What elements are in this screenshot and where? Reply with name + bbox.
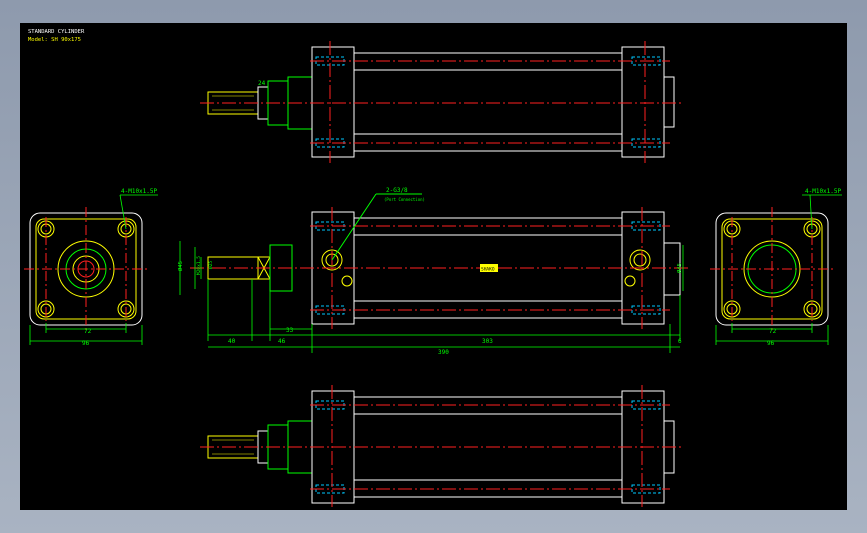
dim-rod-label: 24: [258, 80, 266, 87]
drawing-svg: STANDARD CYLINDER Model: SH 90x175 24 SH…: [24, 29, 842, 507]
left-dim-inner: 72: [84, 328, 92, 335]
title-line1: STANDARD CYLINDER: [28, 29, 85, 35]
top-barrel: [353, 52, 623, 152]
dim-rod-dia: Ø25: [207, 261, 214, 269]
dim-46: 46: [278, 338, 286, 345]
port-label: 2-G3/8: [386, 187, 408, 194]
top-view-cylinder: 24: [200, 41, 684, 163]
dim-body-right: Ø45: [676, 263, 683, 273]
right-dim-outer: 96: [767, 340, 775, 347]
dim-33: 33: [286, 327, 294, 334]
dim-total: 390: [438, 349, 449, 356]
right-dim-inner: 72: [769, 328, 777, 335]
port-right: [629, 249, 651, 271]
cad-drawing-canvas[interactable]: STANDARD CYLINDER Model: SH 90x175 24 SH…: [20, 23, 847, 510]
center-stamp: SHAKO: [481, 267, 495, 273]
dim-rod-small: M20x1.5: [196, 256, 202, 275]
left-holes-label: 4-M10x1.5P: [121, 188, 158, 195]
middle-view-cylinder: SHAKO 2-G3/8 (Port Connection): [190, 187, 690, 329]
right-holes-label: 4-M10x1.5P: [805, 188, 842, 195]
left-end-view: 72 96 4-M10x1.5P: [24, 188, 158, 347]
top-end-cover: [621, 46, 665, 158]
dim-bore-left: Ø45: [177, 261, 184, 271]
dim-303: 303: [482, 338, 493, 345]
top-head-cover: [311, 46, 355, 158]
dim-40: 40: [228, 338, 236, 345]
dim-6: 6: [678, 338, 682, 345]
port-note: (Port Connection): [384, 197, 425, 202]
left-dim-outer: 96: [82, 340, 90, 347]
right-end-view: 72 96 4-M10x1.5P: [710, 188, 842, 347]
bottom-view-cylinder: [200, 385, 684, 507]
title-line2: Model: SH 90x175: [28, 37, 81, 43]
middle-dimensions: Ø45 M20x1.5 Ø25 Ø45 40 46 33 303 6 390: [177, 241, 684, 356]
